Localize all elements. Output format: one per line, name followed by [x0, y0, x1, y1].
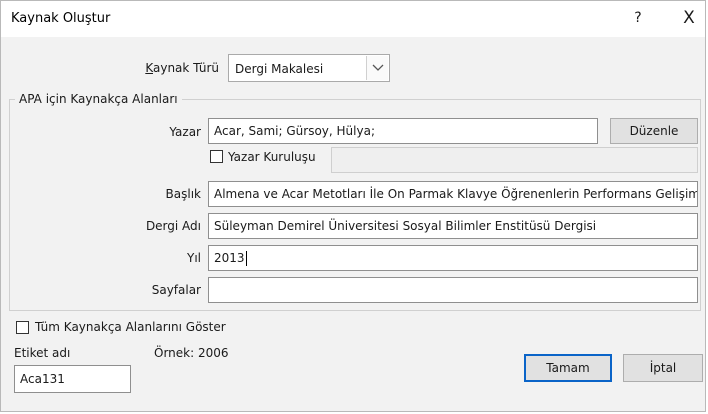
show-all-fields-label: Tüm Kaynakça Alanlarını Göster	[35, 320, 226, 334]
chevron-down-icon	[372, 64, 384, 71]
show-all-fields-checkbox[interactable]	[16, 321, 29, 334]
corporate-author-checkbox[interactable]	[210, 150, 223, 163]
help-button[interactable]: ?	[627, 7, 649, 29]
title-bar: Kaynak Oluştur ? X	[1, 1, 705, 37]
source-type-select[interactable]: Dergi Makalesi	[228, 54, 390, 82]
author-label: Yazar	[169, 125, 201, 139]
dropdown-arrow-button[interactable]	[366, 56, 388, 80]
year-value: 2013	[214, 251, 245, 265]
pages-input[interactable]	[208, 277, 698, 303]
close-button[interactable]: X	[677, 6, 701, 30]
edit-author-button[interactable]: Düzenle	[610, 118, 698, 144]
source-type-value: Dergi Makalesi	[235, 62, 324, 76]
example-text: Örnek: 2006	[154, 346, 229, 360]
journal-name-input[interactable]: Süleyman Demirel Üniversitesi Sosyal Bil…	[208, 213, 698, 239]
source-type-label-text: aynak Türü	[152, 61, 219, 75]
source-type-label: Kaynak Türü	[145, 61, 219, 75]
journal-name-label: Dergi Adı	[145, 219, 201, 233]
year-label: Yıl	[187, 251, 201, 265]
create-source-dialog: Kaynak Oluştur ? X Kaynak Türü Dergi Mak…	[0, 0, 706, 412]
pages-label: Sayfalar	[151, 283, 201, 297]
ok-button[interactable]: Tamam	[524, 354, 612, 382]
tag-name-label: Etiket adı	[14, 346, 71, 360]
group-title: APA için Kaynakça Alanları	[15, 92, 182, 106]
text-cursor	[245, 251, 247, 266]
corporate-author-input[interactable]	[331, 147, 698, 173]
title-input[interactable]: Almena ve Acar Metotları İle On Parmak K…	[208, 181, 698, 207]
dialog-title: Kaynak Oluştur	[11, 11, 111, 26]
cancel-button[interactable]: İptal	[623, 354, 703, 382]
year-input[interactable]: 2013	[208, 245, 698, 271]
tag-name-input[interactable]: Aca131	[14, 365, 131, 393]
title-label: Başlık	[165, 187, 201, 201]
corporate-author-label: Yazar Kuruluşu	[228, 150, 316, 164]
author-input[interactable]: Acar, Sami; Gürsoy, Hülya;	[208, 118, 598, 144]
